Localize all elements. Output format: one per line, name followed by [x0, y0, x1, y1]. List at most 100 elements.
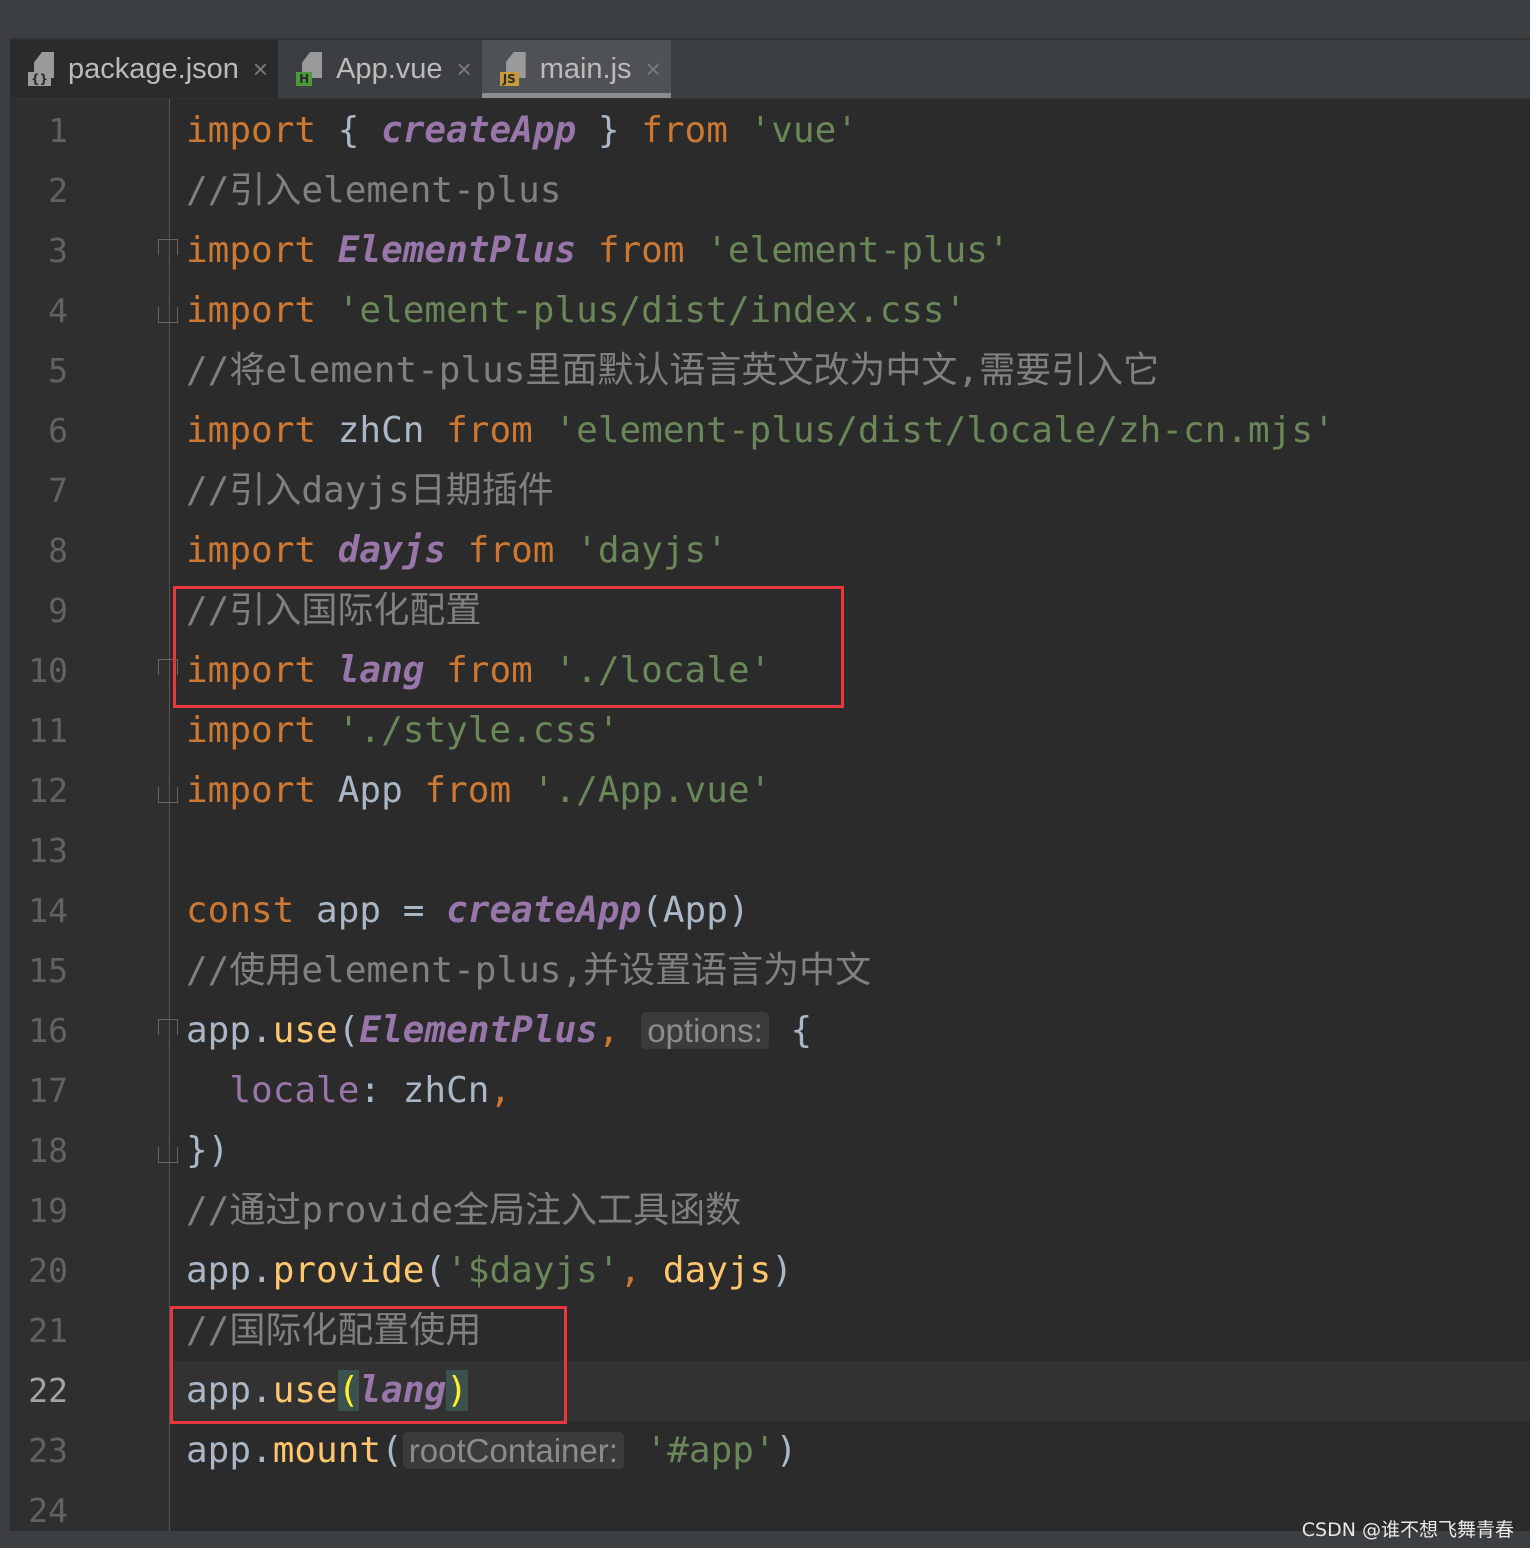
code-token: from [446, 410, 555, 451]
horizontal-scrollbar[interactable] [0, 1531, 1530, 1548]
json-file-icon: {} [28, 52, 60, 86]
code-token: provide [272, 1250, 425, 1291]
code-token: ( [337, 1010, 360, 1051]
code-line[interactable]: app.mount(rootContainer: '#app') [186, 1421, 797, 1481]
code-token: //通过provide全局注入工具函数 [186, 1190, 742, 1231]
code-token: : zhCn [359, 1070, 490, 1111]
code-token: './App.vue' [532, 770, 772, 811]
close-tab-icon[interactable]: × [646, 54, 661, 85]
js-file-icon: JS [499, 52, 532, 86]
tab-main-js[interactable]: JS main.js × [481, 40, 671, 98]
vue-file-icon: H [296, 52, 328, 86]
tab-package-json[interactable]: {} package.json × [10, 40, 279, 98]
tab-label: main.js [539, 52, 632, 85]
code-token: //使用element-plus,并设置语言为中文 [186, 950, 872, 991]
code-token: import [186, 410, 338, 451]
code-token: { [337, 110, 382, 151]
code-token: '$dayjs' [446, 1250, 620, 1291]
code-line[interactable]: import 'element-plus/dist/index.css' [186, 281, 966, 341]
code-token: locale [229, 1070, 360, 1111]
tool-strip [0, 38, 10, 1548]
code-line[interactable]: import { createApp } from 'vue' [186, 101, 858, 161]
code-token: createApp [381, 110, 577, 151]
code-token: import [186, 710, 338, 751]
code-line[interactable]: //将element-plus里面默认语言英文改为中文,需要引入它 [186, 341, 1159, 401]
code-line[interactable]: app.provide('$dayjs', dayjs) [186, 1241, 793, 1301]
code-line[interactable]: import './style.css' [186, 701, 619, 761]
code-token: App [337, 770, 425, 811]
watermark: CSDN @谁不想飞舞青春 [1301, 1519, 1514, 1541]
code-token: from [641, 110, 750, 151]
code-token: use [272, 1010, 338, 1051]
close-tab-icon[interactable]: × [253, 54, 268, 85]
code-token: ElementPlus [359, 1010, 598, 1051]
code-token: , [597, 1010, 642, 1051]
line-number: 18 [28, 1131, 68, 1170]
code-line[interactable]: import App from './App.vue' [186, 761, 771, 821]
tab-label: package.json [68, 52, 239, 85]
line-number: 7 [48, 471, 68, 510]
code-token: ( [424, 1250, 447, 1291]
code-token: ) [771, 1250, 793, 1291]
code-token: { [768, 1010, 813, 1051]
code-token: } [576, 110, 642, 151]
code-token: 'element-plus/dist/locale/zh-cn.mjs' [554, 410, 1335, 451]
line-number: 6 [48, 411, 68, 450]
code-token: mount [272, 1430, 382, 1471]
line-number: 9 [48, 591, 68, 630]
line-number: 10 [28, 651, 68, 690]
line-number: 3 [48, 231, 68, 270]
line-number: 19 [28, 1191, 68, 1230]
code-token: from [446, 530, 577, 571]
parameter-hint: rootContainer: [402, 1432, 624, 1469]
line-number: 14 [28, 891, 68, 930]
code-token: ( [381, 1430, 403, 1471]
code-token: 'element-plus' [706, 230, 1010, 271]
code-token: //将element-plus里面默认语言英文改为中文,需要引入它 [186, 350, 1160, 391]
tab-label: App.vue [336, 52, 443, 85]
code-token: dayjs [337, 530, 447, 571]
code-line[interactable]: locale: zhCn, [186, 1061, 511, 1121]
code-token: ElementPlus [337, 230, 577, 271]
code-token: import [186, 230, 338, 271]
code-token: from [576, 230, 707, 271]
line-number: 1 [48, 111, 68, 150]
code-token: , [489, 1070, 512, 1111]
line-number: 4 [48, 291, 68, 330]
code-line[interactable]: import ElementPlus from 'element-plus' [186, 221, 1010, 281]
code-line[interactable]: //引入dayjs日期插件 [186, 461, 554, 521]
code-token: //引入dayjs日期插件 [186, 470, 554, 511]
code-token: import [186, 110, 338, 151]
line-number: 21 [28, 1311, 68, 1350]
editor-tabs: {} package.json × H App.vue × JS main.js × [10, 40, 1530, 99]
code-token: zhCn [337, 410, 447, 451]
highlight-box-use-lang [170, 1306, 567, 1424]
code-line[interactable]: }) [186, 1121, 229, 1181]
code-line[interactable]: //引入element-plus [186, 161, 561, 221]
code-token: app. [186, 1430, 273, 1471]
code-token: '#app' [623, 1430, 776, 1471]
parameter-hint: options: [641, 1012, 769, 1049]
code-line[interactable]: //使用element-plus,并设置语言为中文 [186, 941, 871, 1001]
code-line[interactable]: import zhCn from 'element-plus/dist/loca… [186, 401, 1335, 461]
line-number: 15 [28, 951, 68, 990]
code-token: './style.css' [337, 710, 620, 751]
code-token: import [186, 770, 338, 811]
code-token: import [186, 290, 338, 331]
code-token: //引入element-plus [186, 170, 562, 211]
code-line[interactable]: app.use(ElementPlus, options: { [186, 1001, 812, 1061]
code-line[interactable]: import dayjs from 'dayjs' [186, 521, 728, 581]
code-token: ) [775, 1430, 798, 1471]
code-token: 'vue' [749, 110, 858, 151]
line-number: 20 [28, 1251, 68, 1290]
code-line[interactable]: //通过provide全局注入工具函数 [186, 1181, 741, 1241]
close-tab-icon[interactable]: × [457, 54, 472, 85]
code-token: (App) [641, 890, 750, 931]
code-line[interactable]: const app = createApp(App) [186, 881, 750, 941]
code-token: dayjs [662, 1250, 772, 1291]
tab-App-vue[interactable]: H App.vue × [278, 40, 482, 98]
code-token: import [186, 530, 338, 571]
code-token: }) [186, 1130, 230, 1171]
code-token: 'dayjs' [576, 530, 728, 571]
line-number: 2 [48, 171, 68, 210]
